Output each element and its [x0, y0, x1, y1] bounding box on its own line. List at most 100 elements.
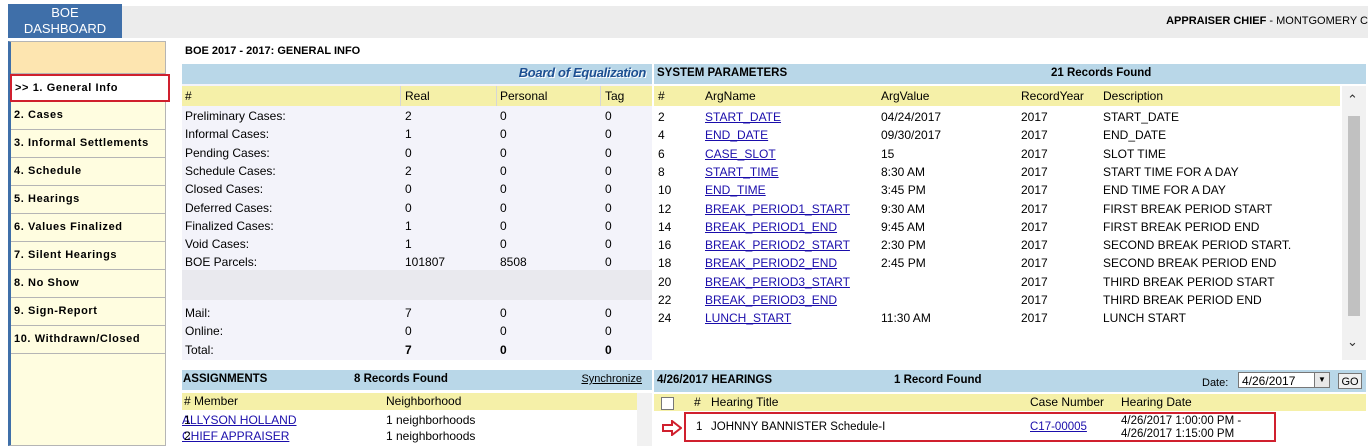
scroll-up-icon[interactable]: ⌃: [1347, 92, 1358, 108]
assignments-scrollbar[interactable]: [637, 393, 652, 446]
hearing-row[interactable]: 1 JOHNNY BANNISTER Schedule-I C17-00005 …: [684, 412, 1276, 442]
sp-cell: 2017: [1021, 146, 1048, 161]
sidebar-item-values-finalized[interactable]: 6. Values Finalized: [11, 214, 165, 242]
gi-cell: 0: [605, 127, 612, 142]
hr-col-title: Hearing Title: [711, 395, 779, 409]
gi-cell: 0: [605, 324, 612, 339]
arg-name-link[interactable]: BREAK_PERIOD3_END: [705, 291, 837, 309]
gi-col-hash: #: [185, 89, 192, 103]
gi-cell: 0: [605, 237, 612, 252]
arg-name-link[interactable]: BREAK_PERIOD1_START: [705, 200, 850, 218]
table-row: Closed Cases: 0 0 0: [182, 180, 652, 198]
arg-name-link[interactable]: BREAK_PERIOD3_START: [705, 273, 850, 291]
arg-name-link[interactable]: BREAK_PERIOD1_END: [705, 218, 837, 236]
synchronize-link[interactable]: Synchronize: [581, 373, 642, 385]
arg-name-link[interactable]: BREAK_PERIOD2_START: [705, 236, 850, 254]
table-row: BOE Parcels: 101807 8508 0: [182, 253, 652, 271]
arg-name-link[interactable]: CASE_SLOT: [705, 145, 776, 163]
sp-cell: 2017: [1021, 164, 1048, 179]
table-row: Pending Cases: 0 0 0: [182, 144, 652, 162]
scroll-thumb[interactable]: [1348, 116, 1360, 316]
gi-cell: Online:: [185, 324, 224, 339]
sp-cell: START TIME FOR A DAY: [1103, 164, 1239, 179]
sp-cell: 2017: [1021, 183, 1048, 198]
sidebar-item-hearings[interactable]: 5. Hearings: [11, 186, 165, 214]
sidebar-item-informal-settlements[interactable]: 3. Informal Settlements: [11, 130, 165, 158]
sp-cell: 9:30 AM: [881, 201, 926, 216]
board-of-equalization-brand: Board of Equalization: [518, 65, 647, 80]
hr-col-hash: #: [694, 395, 701, 409]
gi-col-tag: Tag: [605, 89, 625, 103]
member-link[interactable]: CHIEF APPRAISER: [182, 429, 289, 443]
sp-cell: 2: [658, 110, 665, 124]
scroll-down-icon[interactable]: ⌄: [1347, 334, 1358, 350]
gi-cell: 0: [605, 255, 612, 270]
sp-cell: 2017: [1021, 238, 1048, 253]
sp-cell: 14: [658, 219, 672, 234]
sp-cell: SECOND BREAK PERIOD END: [1103, 256, 1277, 271]
table-row: 22 BREAK_PERIOD3_END 2017 THIRD BREAK PERIO…: [654, 291, 1340, 309]
hr-col-case-number: Case Number: [1030, 395, 1105, 409]
as-col-neighborhood: Neighborhood: [386, 394, 462, 408]
table-row: Informal Cases: 1 0 0: [182, 125, 652, 143]
gi-cell: 101807: [405, 255, 446, 270]
sp-cell: 12: [658, 201, 672, 216]
sidebar-item-sign-report[interactable]: 9. Sign-Report: [11, 298, 165, 326]
sp-cell: 2017: [1021, 128, 1048, 143]
system-parameters-panel: SYSTEM PARAMETERS 21 Records Found # Arg…: [654, 64, 1366, 360]
gi-cell: 0: [500, 109, 507, 123]
table-row: Void Cases: 1 0 0: [182, 235, 652, 253]
sidebar-item-silent-hearings[interactable]: 7. Silent Hearings: [11, 242, 165, 270]
arg-name-link[interactable]: BREAK_PERIOD2_END: [705, 254, 837, 272]
arg-name-link[interactable]: LUNCH_START: [705, 309, 791, 327]
table-row: 1 ALLYSON HOLLAND 1 neighborhoods: [182, 412, 637, 428]
hearings-title-bar: 4/26/2017 HEARINGS 1 Record Found Date: …: [654, 370, 1366, 392]
page-title: BOE 2017 - 2017: GENERAL INFO: [185, 45, 361, 57]
sp-cell: THIRD BREAK PERIOD END: [1103, 293, 1262, 307]
sp-cell: FIRST BREAK PERIOD START: [1103, 201, 1273, 216]
sidebar-item-general-info[interactable]: >> 1. General Info: [10, 74, 170, 102]
arg-name-link[interactable]: END_DATE: [705, 126, 768, 144]
sidebar-item-cases[interactable]: 2. Cases: [11, 102, 165, 130]
hearings-header: # Hearing Title Case Number Hearing Date: [654, 394, 1366, 411]
gi-cell: Deferred Cases:: [185, 200, 273, 215]
sp-cell: 11:30 AM: [881, 311, 931, 326]
gi-cell: 0: [605, 200, 612, 215]
date-select[interactable]: 4/26/2017 ▼: [1238, 372, 1330, 388]
sp-cell: LUNCH START: [1103, 311, 1186, 326]
select-all-checkbox[interactable]: [661, 397, 674, 410]
hearings-title: 4/26/2017 HEARINGS: [657, 374, 773, 386]
sp-cell: 15: [881, 146, 895, 161]
sidebar-item-no-show[interactable]: 8. No Show: [11, 270, 165, 298]
system-parameters-scrollbar[interactable]: ⌃ ⌄: [1342, 86, 1366, 360]
table-row: Schedule Cases: 2 0 0: [182, 162, 652, 180]
gi-cell: 0: [605, 182, 612, 197]
chevron-down-icon[interactable]: ▼: [1314, 373, 1329, 387]
sp-cell: 2017: [1021, 311, 1048, 326]
sp-cell: 2017: [1021, 219, 1048, 234]
sp-cell: 2017: [1021, 274, 1048, 289]
sp-cell: END TIME FOR A DAY: [1103, 183, 1226, 198]
county-name: MONTGOMERY C: [1276, 15, 1368, 27]
gi-col-real: Real: [405, 89, 430, 103]
go-button[interactable]: GO: [1338, 373, 1362, 389]
arg-name-link[interactable]: START_DATE: [705, 108, 781, 126]
table-row: 6 CASE_SLOT 15 2017 SLOT TIME: [654, 145, 1340, 163]
table-row: 16 BREAK_PERIOD2_START 2:30 PM 2017 SECOND B…: [654, 236, 1340, 254]
sp-col-argvalue: ArgValue: [881, 89, 930, 103]
sp-cell: 24: [658, 311, 672, 326]
arg-name-link[interactable]: START_TIME: [705, 163, 779, 181]
sidebar-item-schedule[interactable]: 4. Schedule: [11, 158, 165, 186]
sp-cell: 4: [658, 128, 665, 143]
gi-cell: 0: [605, 342, 612, 357]
member-link[interactable]: ALLYSON HOLLAND: [182, 413, 297, 427]
gi-cell: 2: [405, 163, 412, 178]
sidebar-item-withdrawn-closed[interactable]: 10. Withdrawn/Closed: [11, 326, 165, 354]
arg-name-link[interactable]: END_TIME: [705, 181, 766, 199]
sp-cell: 10: [658, 183, 672, 198]
gi-cell: 1: [405, 237, 412, 252]
case-number-link[interactable]: C17-00005: [1030, 421, 1087, 433]
sidebar-top: [11, 42, 165, 74]
gi-cell: 0: [500, 306, 507, 320]
boe-dashboard-tab[interactable]: BOE DASHBOARD: [8, 4, 122, 38]
